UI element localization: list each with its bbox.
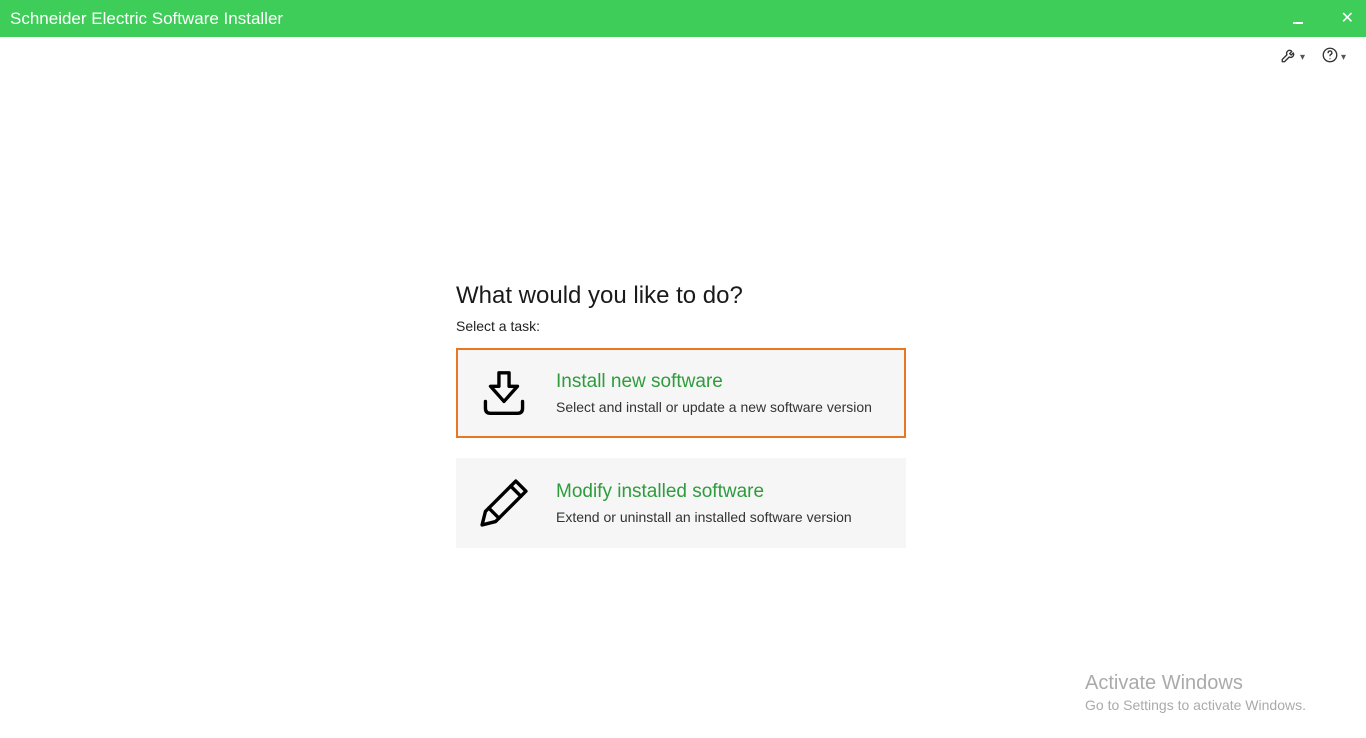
help-icon	[1321, 46, 1339, 69]
option-modify-installed[interactable]: Modify installed software Extend or unin…	[456, 458, 906, 548]
chevron-down-icon: ▾	[1341, 52, 1346, 63]
option-text: Install new software Select and install …	[556, 371, 886, 415]
main-content: What would you like to do? Select a task…	[456, 282, 906, 568]
option-desc: Extend or uninstall an installed softwar…	[556, 509, 886, 525]
watermark-title: Activate Windows	[1085, 672, 1306, 695]
minimize-button[interactable]	[1293, 13, 1305, 25]
window-title: Schneider Electric Software Installer	[10, 9, 283, 29]
pencil-icon	[476, 476, 532, 530]
option-desc: Select and install or update a new softw…	[556, 399, 886, 415]
watermark-subtitle: Go to Settings to activate Windows.	[1085, 697, 1306, 713]
toolbar: ▾ ▾	[0, 37, 1366, 77]
page-heading: What would you like to do?	[456, 282, 906, 310]
chevron-down-icon: ▾	[1300, 52, 1305, 63]
option-text: Modify installed software Extend or unin…	[556, 481, 886, 525]
tools-icon	[1280, 46, 1298, 69]
help-button[interactable]: ▾	[1321, 46, 1346, 69]
close-button[interactable]: ✕	[1341, 11, 1354, 27]
option-title: Modify installed software	[556, 481, 886, 503]
option-install-new[interactable]: Install new software Select and install …	[456, 348, 906, 438]
windows-activation-watermark: Activate Windows Go to Settings to activ…	[1085, 672, 1306, 713]
window-controls: ✕	[1293, 11, 1354, 27]
option-title: Install new software	[556, 371, 886, 393]
titlebar: Schneider Electric Software Installer ✕	[0, 0, 1366, 37]
download-icon	[476, 366, 532, 420]
page-subheading: Select a task:	[456, 318, 906, 334]
settings-button[interactable]: ▾	[1280, 46, 1305, 69]
